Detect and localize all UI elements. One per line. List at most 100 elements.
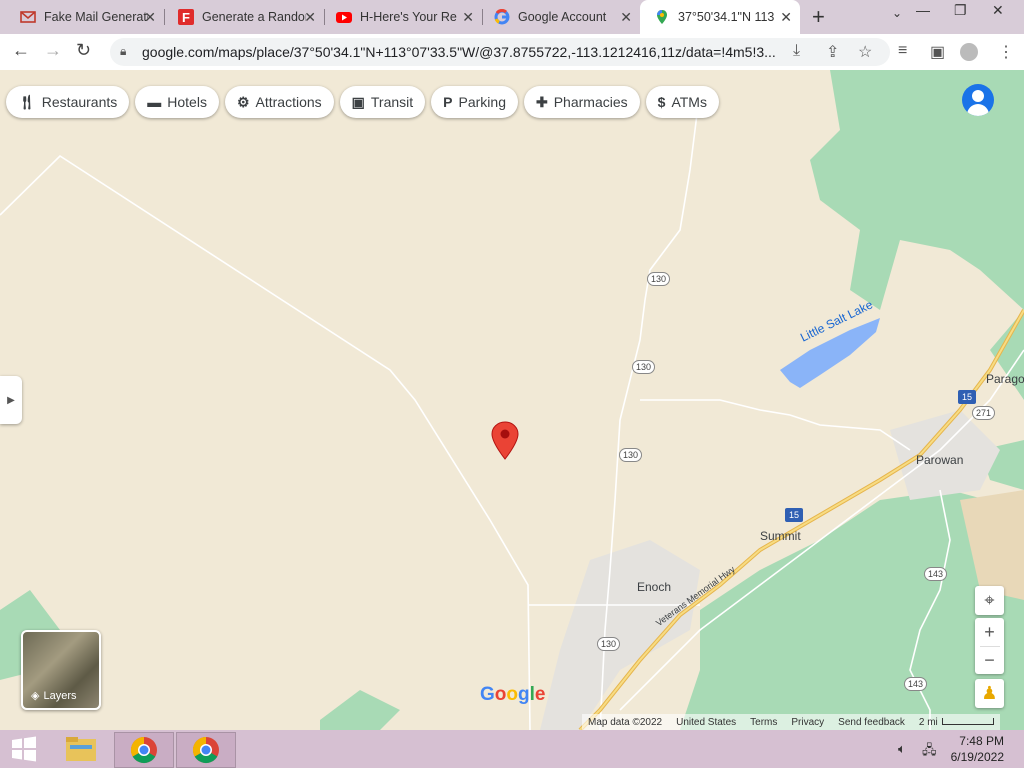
scale-label: 2 mi bbox=[918, 716, 938, 728]
train-icon: ▣ bbox=[351, 93, 365, 110]
my-location-button[interactable]: ⌖ bbox=[975, 586, 1004, 615]
system-clock[interactable]: 7:48 PM 6/19/2022 bbox=[951, 733, 1004, 765]
bed-icon: ▬ bbox=[147, 94, 162, 110]
side-panel-icon[interactable]: ▣ bbox=[930, 42, 945, 62]
map-footer: Map data ©2022 United States Terms Priva… bbox=[582, 714, 1000, 730]
tab-strip: Fake Mail Generator ✕ F Generate a Rando… bbox=[0, 0, 1024, 34]
browser-toolbar: ← → ↻ 🔒︎ google.com/maps/place/37°50'34.… bbox=[0, 34, 1024, 71]
chrome-icon bbox=[192, 736, 219, 764]
chip-atms[interactable]: $ ATMs bbox=[645, 86, 719, 118]
tab-title: 37°50'34.1"N 113 bbox=[678, 10, 774, 24]
avatar-head bbox=[972, 90, 984, 102]
volume-muted-icon[interactable]: 🔈︎ bbox=[898, 741, 906, 757]
place-label-parowan[interactable]: Parowan bbox=[916, 453, 963, 467]
chip-label: Parking bbox=[458, 94, 506, 110]
tab-fake-mail[interactable]: Fake Mail Generator ✕ bbox=[0, 0, 164, 34]
zoom-in-button[interactable]: + bbox=[984, 618, 995, 646]
chip-pharmacies[interactable]: ✚ Pharmacies bbox=[523, 86, 640, 118]
layers-label: Layers bbox=[43, 689, 77, 702]
tab-maps[interactable]: 37°50'34.1"N 113 ✕ bbox=[640, 0, 800, 34]
google-logo: Google bbox=[480, 684, 546, 705]
chip-attractions[interactable]: ⚙︎ Attractions bbox=[224, 86, 334, 118]
fork-knife-icon: 🍴︎ bbox=[18, 93, 36, 110]
chip-transit[interactable]: ▣ Transit bbox=[339, 86, 426, 118]
back-icon[interactable]: ← bbox=[12, 40, 30, 61]
tab-title: Google Account bbox=[518, 10, 607, 24]
new-tab-button[interactable]: + bbox=[812, 4, 825, 30]
chip-parking[interactable]: P Parking bbox=[431, 86, 518, 118]
close-tab-icon[interactable]: ✕ bbox=[144, 9, 156, 26]
route-shield: 130 bbox=[647, 272, 671, 286]
chip-label: Hotels bbox=[167, 94, 207, 110]
maps-pin-icon bbox=[654, 9, 670, 25]
restore-icon[interactable]: ❐ bbox=[954, 2, 967, 19]
map-data-text: Map data ©2022 bbox=[588, 716, 663, 728]
avatar-body bbox=[967, 104, 989, 116]
layers-button[interactable]: ◈ Layers bbox=[21, 630, 101, 710]
tab-title: Generate a Random bbox=[202, 10, 306, 24]
location-pin-icon[interactable] bbox=[491, 421, 519, 461]
chrome-taskbar-button-2[interactable] bbox=[176, 732, 236, 768]
reload-icon[interactable]: ↻ bbox=[76, 40, 91, 61]
chip-label: Pharmacies bbox=[553, 94, 628, 110]
youtube-icon bbox=[336, 9, 352, 25]
bookmark-star-icon[interactable]: ☆ bbox=[858, 42, 872, 62]
interstate-shield: 15 bbox=[785, 508, 804, 522]
chip-label: Restaurants bbox=[41, 94, 118, 110]
region-link[interactable]: United States bbox=[676, 717, 736, 728]
windows-taskbar: 🔈︎ 🖧︎ 7:48 PM 6/19/2022 bbox=[0, 730, 1024, 768]
privacy-link[interactable]: Privacy bbox=[791, 717, 824, 728]
close-tab-icon[interactable]: ✕ bbox=[462, 9, 474, 26]
tab-google-account[interactable]: Google Account ✕ bbox=[474, 0, 640, 34]
scale-bar[interactable]: 2 mi bbox=[919, 717, 994, 728]
clock-date: 6/19/2022 bbox=[950, 750, 1004, 764]
expand-side-panel-button[interactable]: ▶ bbox=[0, 376, 22, 424]
tab-generate-random[interactable]: F Generate a Random ✕ bbox=[158, 0, 324, 34]
account-avatar[interactable] bbox=[962, 84, 994, 116]
zoom-out-button[interactable]: − bbox=[979, 646, 1000, 674]
close-tab-icon[interactable]: ✕ bbox=[620, 9, 632, 26]
route-shield: 130 bbox=[619, 448, 643, 462]
reading-list-icon[interactable]: ≡ bbox=[898, 42, 907, 60]
chip-restaurants[interactable]: 🍴︎ Restaurants bbox=[6, 86, 130, 118]
terms-link[interactable]: Terms bbox=[750, 717, 777, 728]
f-icon: F bbox=[178, 9, 194, 25]
close-window-icon[interactable]: ✕ bbox=[992, 2, 1004, 19]
place-label-enoch[interactable]: Enoch bbox=[637, 580, 671, 594]
tab-title: Fake Mail Generator bbox=[44, 10, 148, 24]
network-icon[interactable]: 🖧︎ bbox=[922, 741, 937, 763]
close-tab-icon[interactable]: ✕ bbox=[304, 9, 316, 26]
address-bar[interactable]: 🔒︎ google.com/maps/place/37°50'34.1"N+11… bbox=[110, 38, 890, 66]
place-label-summit[interactable]: Summit bbox=[760, 529, 801, 543]
chip-hotels[interactable]: ▬ Hotels bbox=[135, 86, 219, 118]
start-button[interactable] bbox=[0, 732, 48, 766]
close-tab-icon[interactable]: ✕ bbox=[780, 9, 792, 26]
install-icon[interactable]: ⤓ bbox=[793, 42, 800, 60]
tab-title: H-Here's Your Re bbox=[360, 10, 457, 24]
route-shield: 130 bbox=[597, 637, 621, 651]
tab-search-icon[interactable]: ⌄ bbox=[892, 6, 902, 20]
share-icon[interactable]: ⇪ bbox=[826, 42, 839, 62]
zoom-controls: + − bbox=[975, 618, 1004, 674]
lock-icon[interactable]: 🔒︎ bbox=[120, 44, 126, 59]
file-explorer-button[interactable] bbox=[52, 732, 110, 766]
send-feedback-link[interactable]: Send feedback bbox=[838, 717, 905, 728]
profile-icon[interactable] bbox=[960, 43, 978, 61]
clock-time: 7:48 PM bbox=[959, 734, 1004, 748]
chip-label: Attractions bbox=[255, 94, 322, 110]
chip-label: ATMs bbox=[671, 94, 707, 110]
forward-icon[interactable]: → bbox=[44, 40, 62, 61]
ferris-wheel-icon: ⚙︎ bbox=[236, 93, 250, 110]
place-label-paragonah[interactable]: Parago bbox=[986, 372, 1024, 386]
minimize-icon[interactable]: — bbox=[916, 2, 930, 18]
map-canvas[interactable]: Little Salt Lake Parago Parowan Summit E… bbox=[0, 70, 1024, 730]
street-view-pegman-icon[interactable]: ♟ bbox=[975, 679, 1004, 708]
route-shield: 143 bbox=[924, 567, 948, 581]
mail-icon bbox=[20, 9, 36, 25]
svg-text:F: F bbox=[182, 10, 190, 25]
chrome-taskbar-button[interactable] bbox=[114, 732, 174, 768]
tab-youtube[interactable]: H-Here's Your Re ✕ bbox=[316, 0, 482, 34]
chrome-icon bbox=[130, 736, 157, 764]
menu-icon[interactable]: ⋮ bbox=[998, 42, 1014, 62]
interstate-shield: 15 bbox=[958, 390, 977, 404]
